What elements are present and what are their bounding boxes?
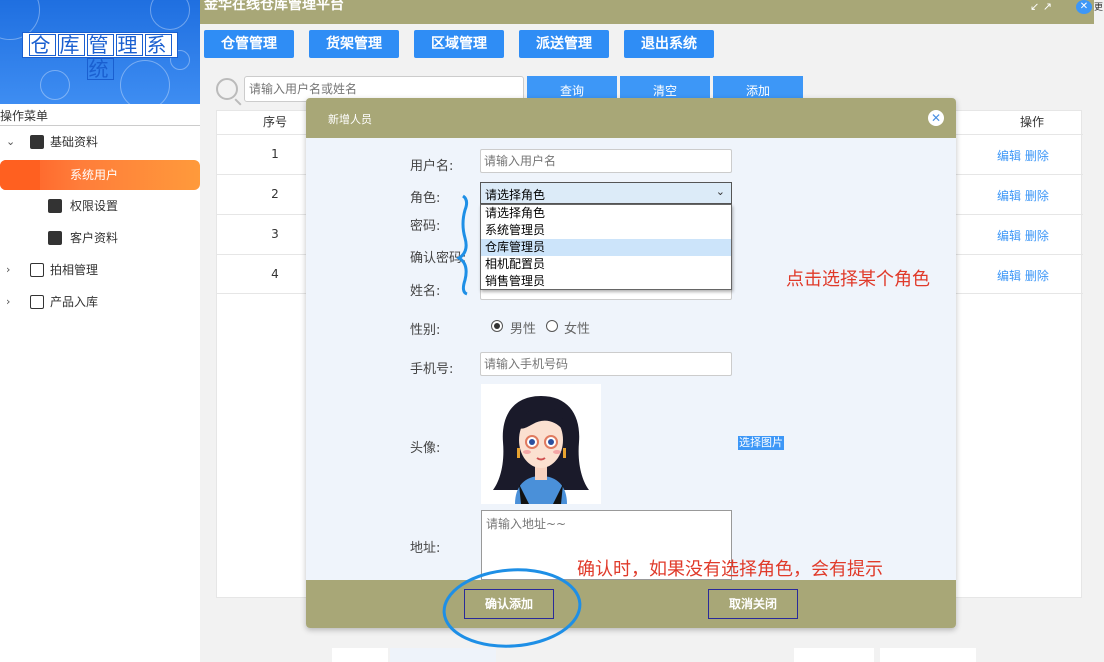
sidebar-item-inbound[interactable]: › 产品入库 [0, 288, 200, 316]
role-dropdown: 请选择角色 系统管理员 仓库管理员 相机配置员 销售管理员 [480, 204, 732, 290]
username-label: 用户名: [410, 159, 454, 174]
nav-warehouse[interactable]: 仓管管理 [204, 30, 294, 58]
role-option[interactable]: 请选择角色 [481, 205, 731, 222]
delete-link[interactable]: 删除 [1025, 269, 1049, 283]
logo-title: 仓库管理系统 [22, 32, 178, 80]
nav-regions[interactable]: 区域管理 [414, 30, 504, 58]
role-label: 角色: [410, 191, 441, 206]
delete-link[interactable]: 删除 [1025, 189, 1049, 203]
add-user-dialog: 新增人员 ✕ 用户名: 角色: 请选择角色 ⌄ 密码: 确认密码: 姓名: 请选… [306, 98, 956, 628]
password-label: 密码: [410, 219, 441, 234]
header-actions: 操作 [1019, 115, 1044, 129]
nav-delivery[interactable]: 派送管理 [519, 30, 609, 58]
edit-link[interactable]: 编辑 [997, 189, 1021, 203]
search-icon [216, 78, 238, 100]
gender-male-radio[interactable] [491, 320, 503, 332]
role-selected-value: 请选择角色 [485, 188, 546, 202]
chevron-right-icon: › [6, 263, 11, 276]
sidebar-item-permissions[interactable]: 权限设置 [0, 192, 200, 220]
menu-header: 操作菜单 [0, 106, 200, 126]
sidebar-item-label: 基础资料 [50, 135, 99, 149]
users-icon [48, 231, 62, 245]
close-icon[interactable]: ✕ [1076, 0, 1092, 14]
delete-link[interactable]: 删除 [1025, 229, 1049, 243]
app-logo: 仓库管理系统 [0, 0, 200, 104]
gender-label: 性别: [410, 323, 441, 338]
sidebar-item-customers[interactable]: 客户资料 [0, 224, 200, 252]
edit-link[interactable]: 编辑 [997, 149, 1021, 163]
bottom-fragment [332, 648, 388, 662]
sidebar-item-label: 拍相管理 [50, 263, 99, 277]
name-label: 姓名: [410, 284, 441, 299]
gender-female-radio[interactable] [546, 320, 558, 332]
dialog-title: 新增人员 [328, 113, 372, 126]
sidebar-item-photo[interactable]: › 拍相管理 [0, 256, 200, 284]
edit-link[interactable]: 编辑 [997, 269, 1021, 283]
confirm-password-label: 确认密码: [410, 251, 467, 266]
sidebar-item-label: 系统用户 [70, 168, 119, 182]
sidebar-item-basic[interactable]: ⌄ 基础资料 [0, 128, 200, 156]
nav-logout[interactable]: 退出系统 [624, 30, 714, 58]
gender-female-label: 女性 [564, 322, 591, 337]
nav-shelves[interactable]: 货架管理 [309, 30, 399, 58]
role-option[interactable]: 系统管理员 [481, 222, 731, 239]
gender-male-label: 男性 [510, 322, 537, 337]
role-option[interactable]: 销售管理员 [481, 273, 731, 290]
avatar [481, 384, 601, 504]
sidebar-item-label: 产品入库 [50, 295, 99, 309]
page-title: 金华在线仓库管理平台 [204, 0, 344, 13]
delete-link[interactable]: 删除 [1025, 149, 1049, 163]
phone-label: 手机号: [410, 362, 454, 377]
cancel-close-button[interactable]: 取消关闭 [708, 589, 798, 619]
key-icon [48, 199, 62, 213]
top-bar: 金华在线仓库管理平台 [200, 0, 1094, 24]
chevron-down-icon: ⌄ [6, 135, 16, 148]
corner-text: 更 [1094, 3, 1104, 13]
username-field[interactable] [480, 149, 732, 173]
sidebar-item-system-users[interactable]: 系统用户 [0, 160, 200, 190]
phone-field[interactable] [480, 352, 732, 376]
close-icon[interactable]: ✕ [928, 110, 944, 126]
role-option[interactable]: 相机配置员 [481, 256, 731, 273]
sidebar-item-label: 客户资料 [70, 231, 119, 245]
sidebar: 仓库管理系统 操作菜单 ⌄ 基础资料 系统用户 权限设置 客户资料 › 拍相管理… [0, 0, 200, 662]
edit-link[interactable]: 编辑 [997, 229, 1021, 243]
annotation-confirm-hint: 确认时，如果没有选择角色，会有提示 [577, 559, 883, 580]
expand-icon[interactable]: ↙ ↗ [1030, 0, 1074, 14]
role-option[interactable]: 仓库管理员 [481, 239, 731, 256]
address-label: 地址: [410, 541, 441, 556]
confirm-add-button[interactable]: 确认添加 [464, 589, 554, 619]
bottom-fragment [132, 648, 196, 662]
folder-icon [30, 135, 44, 149]
chevron-down-icon: ⌄ [715, 185, 725, 198]
bottom-fragment [390, 648, 496, 662]
bottom-fragment [880, 648, 976, 662]
annotation-select-role: 点击选择某个角色 [786, 269, 930, 290]
role-select[interactable]: 请选择角色 ⌄ [480, 182, 732, 204]
camera-icon [30, 263, 44, 277]
sidebar-item-label: 权限设置 [70, 199, 119, 213]
dialog-footer: 确认添加 取消关闭 [306, 580, 956, 628]
grid-icon [30, 295, 44, 309]
avatar-label: 头像: [410, 441, 441, 456]
bottom-fragment [794, 648, 874, 662]
dialog-header: 新增人员 ✕ [306, 98, 956, 138]
pick-image-button[interactable]: 选择图片 [738, 436, 784, 450]
chevron-right-icon: › [6, 295, 11, 308]
